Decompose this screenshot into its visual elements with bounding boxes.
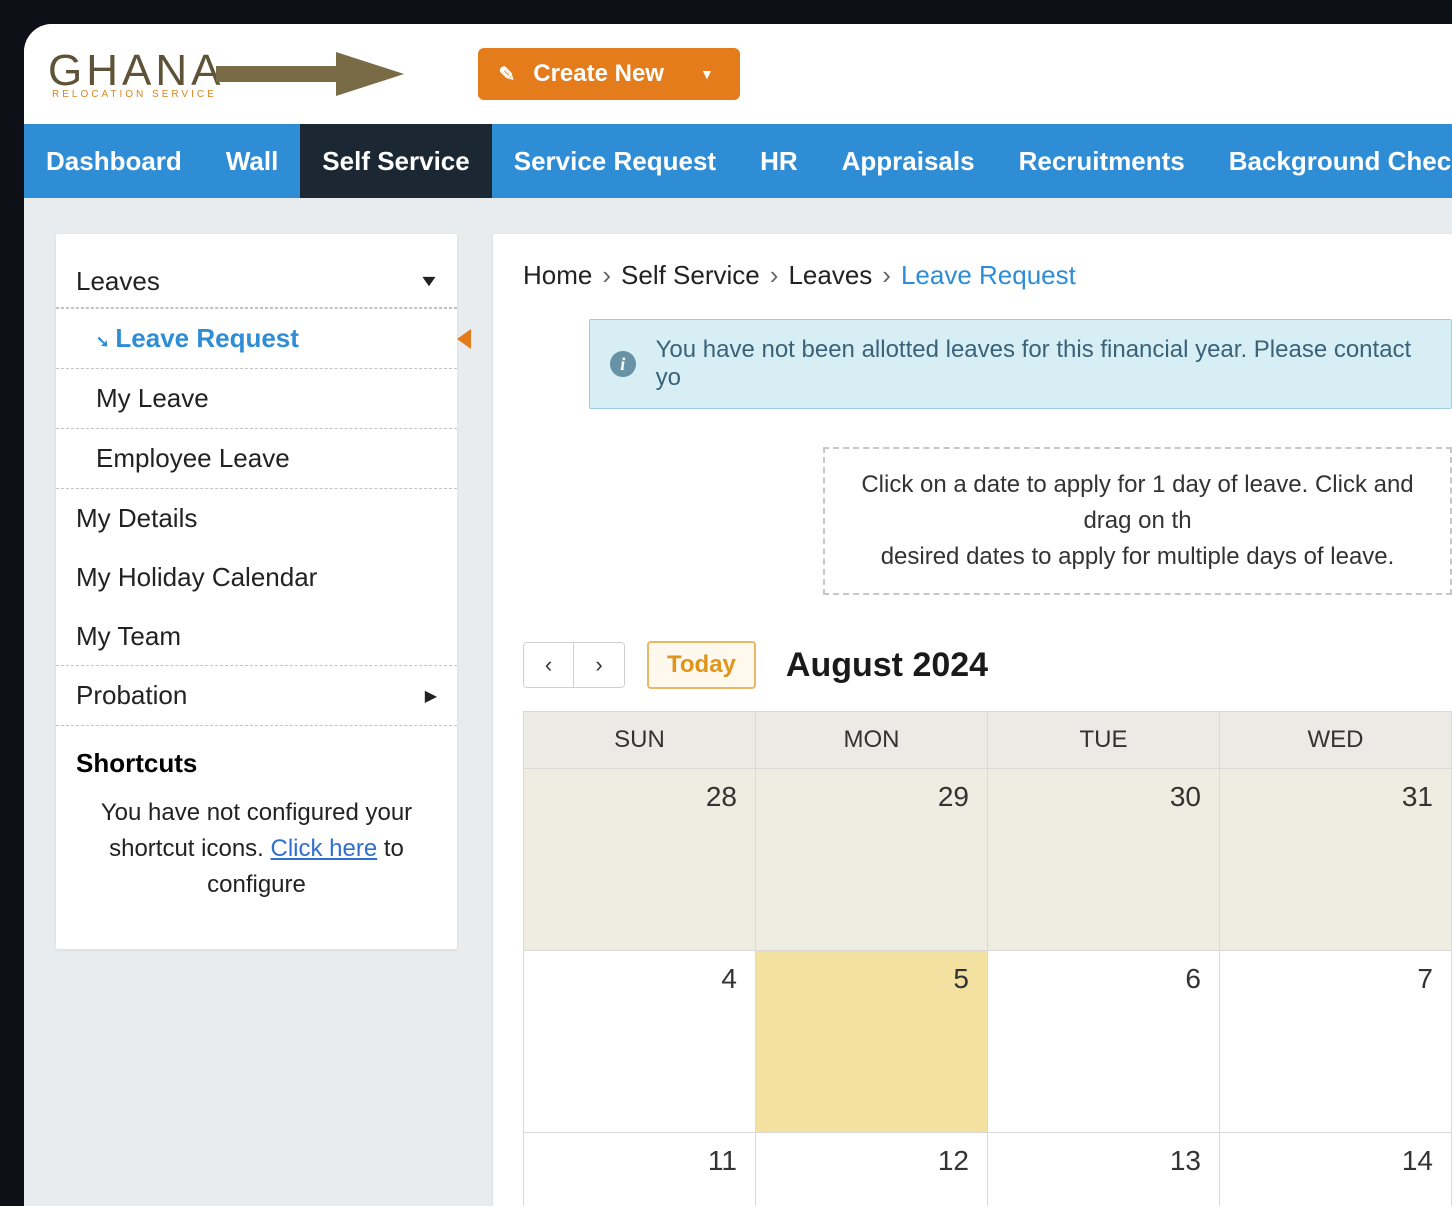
alert-text: You have not been allotted leaves for th…	[656, 336, 1431, 392]
calendar-cell[interactable]: 30	[988, 768, 1220, 950]
calendar-cell[interactable]: 28	[524, 768, 756, 950]
sidebar-item-label: Probation	[76, 680, 187, 711]
calendar-day-header: SUN	[524, 712, 756, 768]
sidebar-item-my-leave[interactable]: My Leave	[56, 369, 457, 429]
calendar-header-row: SUN MON TUE WED	[524, 712, 1452, 768]
sidebar-section-leaves-label: Leaves	[76, 266, 160, 297]
hint-line: desired dates to apply for multiple days…	[853, 539, 1422, 575]
breadcrumb-current: Leave Request	[901, 260, 1076, 291]
topbar: GHANA RELOCATION SERVICE ✎ Create New ▼	[24, 24, 1452, 124]
sidebar-section-leaves[interactable]: Leaves ▼	[56, 258, 457, 308]
sidebar-shortcuts-title: Shortcuts	[56, 726, 457, 789]
calendar-cell-today[interactable]: 5	[756, 950, 988, 1132]
breadcrumb-leaves[interactable]: Leaves	[788, 260, 872, 291]
nav-appraisals[interactable]: Appraisals	[820, 124, 997, 198]
sidebar-item-leave-request[interactable]: ➘ Leave Request	[56, 308, 457, 369]
calendar-cell[interactable]: 11	[524, 1132, 756, 1206]
arrow-diag-icon: ➘	[96, 332, 109, 352]
nav-service-request[interactable]: Service Request	[492, 124, 738, 198]
calendar-cell[interactable]: 6	[988, 950, 1220, 1132]
logo: GHANA RELOCATION SERVICE	[48, 48, 406, 100]
calendar-week-row: 11 12 13 14	[524, 1132, 1452, 1206]
breadcrumb-sep: ›	[770, 260, 779, 291]
sidebar-item-my-holiday-calendar[interactable]: My Holiday Calendar	[56, 548, 457, 607]
create-new-label: Create New	[533, 60, 664, 88]
alert-banner: i You have not been allotted leaves for …	[589, 319, 1452, 409]
breadcrumb-sep: ›	[882, 260, 891, 291]
calendar-day-header: TUE	[988, 712, 1220, 768]
sidebar-item-my-team[interactable]: My Team	[56, 607, 457, 666]
breadcrumb-sep: ›	[602, 260, 611, 291]
sidebar-item-label: Employee Leave	[96, 443, 290, 473]
sidebar-item-employee-leave[interactable]: Employee Leave	[56, 429, 457, 489]
calendar-next-button[interactable]: ›	[574, 643, 624, 687]
calendar-week-row: 4 5 6 7	[524, 950, 1452, 1132]
pencil-icon: ✎	[498, 62, 515, 87]
calendar-cell[interactable]: 12	[756, 1132, 988, 1206]
navbar: Dashboard Wall Self Service Service Requ…	[24, 124, 1452, 198]
hint-line: Click on a date to apply for 1 day of le…	[853, 467, 1422, 539]
calendar-cell[interactable]: 7	[1220, 950, 1452, 1132]
nav-wall[interactable]: Wall	[204, 124, 300, 198]
hint-box: Click on a date to apply for 1 day of le…	[823, 447, 1452, 595]
info-icon: i	[610, 351, 636, 377]
arrow-icon	[216, 48, 406, 100]
calendar-cell[interactable]: 4	[524, 950, 756, 1132]
calendar-cell[interactable]: 29	[756, 768, 988, 950]
calendar-today-button[interactable]: Today	[647, 641, 756, 689]
calendar-day-header: WED	[1220, 712, 1452, 768]
calendar-nav: ‹ ›	[523, 642, 625, 688]
shortcuts-configure-link[interactable]: Click here	[271, 835, 378, 862]
caret-right-icon: ▶	[425, 686, 437, 706]
sidebar-item-my-details[interactable]: My Details	[56, 489, 457, 548]
main-panel: Home › Self Service › Leaves › Leave Req…	[493, 234, 1452, 1206]
sidebar-item-label: Leave Request	[115, 323, 299, 353]
breadcrumb: Home › Self Service › Leaves › Leave Req…	[523, 260, 1452, 291]
sidebar-section-probation[interactable]: Probation ▶	[56, 665, 457, 726]
nav-self-service[interactable]: Self Service	[300, 124, 491, 198]
logo-subtext: RELOCATION SERVICE	[52, 89, 224, 100]
sidebar: Leaves ▼ ➘ Leave Request My Leave Employe…	[56, 234, 457, 949]
sidebar-item-label: My Leave	[96, 383, 209, 413]
nav-dashboard[interactable]: Dashboard	[24, 124, 204, 198]
calendar-grid: SUN MON TUE WED 28 29 30 31 4 5 6 7	[523, 711, 1452, 1206]
caret-down-icon: ▼	[418, 273, 440, 291]
calendar-header: ‹ › Today August 2024	[523, 641, 1452, 689]
calendar-month-title: August 2024	[786, 646, 988, 685]
breadcrumb-home[interactable]: Home	[523, 260, 592, 291]
calendar-cell[interactable]: 14	[1220, 1132, 1452, 1206]
create-new-button[interactable]: ✎ Create New ▼	[478, 48, 739, 100]
calendar-week-row: 28 29 30 31	[524, 768, 1452, 950]
calendar-cell[interactable]: 13	[988, 1132, 1220, 1206]
nav-recruitments[interactable]: Recruitments	[997, 124, 1207, 198]
calendar-prev-button[interactable]: ‹	[524, 643, 574, 687]
logo-text: GHANA	[48, 49, 224, 93]
calendar-day-header: MON	[756, 712, 988, 768]
sidebar-shortcuts-text: You have not configured your shortcut ic…	[56, 789, 457, 909]
nav-hr[interactable]: HR	[738, 124, 820, 198]
caret-down-icon: ▼	[700, 66, 714, 82]
breadcrumb-self-service[interactable]: Self Service	[621, 260, 760, 291]
nav-background-check[interactable]: Background Check	[1207, 124, 1452, 198]
calendar-cell[interactable]: 31	[1220, 768, 1452, 950]
